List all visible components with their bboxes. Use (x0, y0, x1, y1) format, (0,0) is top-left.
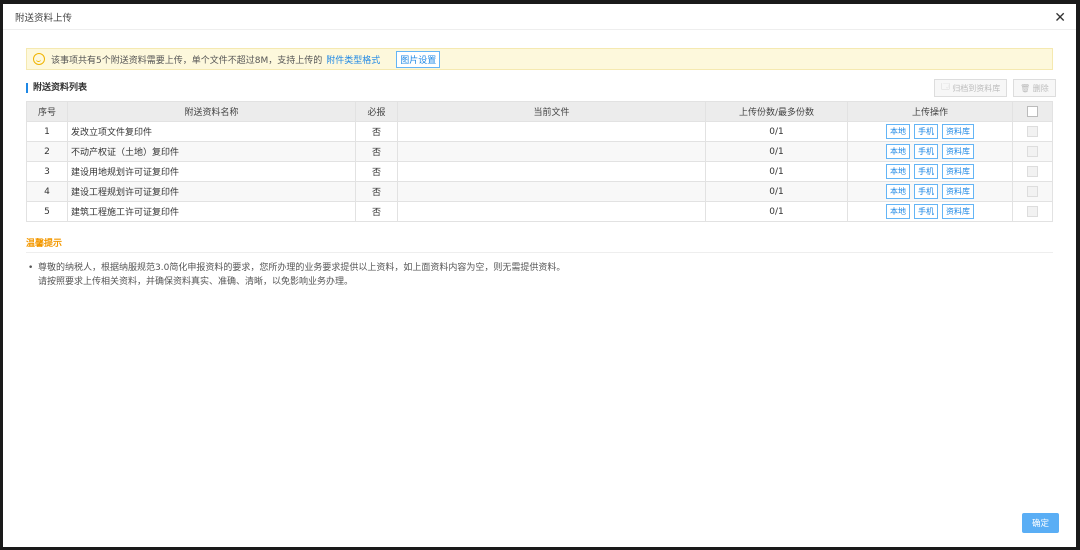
mobile-upload-button[interactable]: 手机 (914, 184, 938, 199)
local-upload-button[interactable]: 本地 (886, 184, 910, 199)
local-upload-button[interactable]: 本地 (886, 164, 910, 179)
row-file (397, 201, 706, 222)
row-count: 0/1 (705, 181, 848, 202)
section-title: 附送资料列表 (26, 83, 87, 93)
row-file (397, 141, 706, 162)
file-type-link[interactable]: 附件类型格式 (326, 53, 380, 66)
table-row: 4 建设工程规划许可证复印件 否 0/1 本地 手机 资料库 (26, 181, 1053, 202)
row-no: 3 (26, 161, 68, 182)
col-required: 必报 (355, 101, 398, 122)
tip-line-2: 请按照要求上传相关资料，并确保资料真实、准确、清晰，以免影响业务办理。 (38, 277, 354, 287)
row-name: 不动产权证（土地）复印件 (67, 141, 356, 162)
row-ops: 本地 手机 资料库 (847, 141, 1013, 162)
library-upload-button[interactable]: 资料库 (942, 204, 974, 219)
library-upload-button[interactable]: 资料库 (942, 124, 974, 139)
notice-text: 该事项共有5个附送资料需要上传，单个文件不超过8M，支持上传的 (51, 55, 323, 66)
notice-bar: 该事项共有5个附送资料需要上传，单个文件不超过8M，支持上传的 附件类型格式 图… (26, 48, 1053, 70)
row-ops: 本地 手机 资料库 (847, 121, 1013, 142)
row-required: 否 (355, 121, 398, 142)
row-name: 建设用地规划许可证复印件 (67, 161, 356, 182)
delete-label: 删除 (1032, 83, 1049, 93)
local-upload-button[interactable]: 本地 (886, 124, 910, 139)
row-name: 发改立项文件复印件 (67, 121, 356, 142)
row-file (397, 161, 706, 182)
library-upload-button[interactable]: 资料库 (942, 144, 974, 159)
row-required: 否 (355, 141, 398, 162)
table-row: 5 建筑工程施工许可证复印件 否 0/1 本地 手机 资料库 (26, 201, 1053, 222)
archive-icon: 🗔 (941, 82, 953, 91)
tips-text: 尊敬的纳税人，根据纳服规范3.0简化申报资料的要求，您所办理的业务要求提供以上资… (28, 261, 565, 289)
confirm-button[interactable]: 确定 (1022, 513, 1059, 533)
table-row: 1 发改立项文件复印件 否 0/1 本地 手机 资料库 (26, 121, 1053, 142)
image-settings-button[interactable]: 图片设置 (396, 50, 441, 68)
upload-dialog: 附送资料上传 ✕ 该事项共有5个附送资料需要上传，单个文件不超过8M，支持上传的… (3, 4, 1076, 547)
row-select (1012, 141, 1053, 162)
row-required: 否 (355, 161, 398, 182)
delete-button[interactable]: 🗑 删除 (1013, 79, 1056, 97)
mobile-upload-button[interactable]: 手机 (914, 124, 938, 139)
row-checkbox[interactable] (1027, 186, 1038, 197)
close-icon[interactable]: ✕ (1054, 10, 1066, 26)
local-upload-button[interactable]: 本地 (886, 144, 910, 159)
row-select (1012, 181, 1053, 202)
smiley-icon (33, 53, 45, 65)
row-count: 0/1 (705, 161, 848, 182)
tips-title: 温馨提示 (26, 239, 63, 249)
mobile-upload-button[interactable]: 手机 (914, 164, 938, 179)
col-file: 当前文件 (397, 101, 706, 122)
library-upload-button[interactable]: 资料库 (942, 164, 974, 179)
row-file (397, 181, 706, 202)
row-no: 2 (26, 141, 68, 162)
mobile-upload-button[interactable]: 手机 (914, 144, 938, 159)
row-ops: 本地 手机 资料库 (847, 181, 1013, 202)
col-count: 上传份数/最多份数 (705, 101, 848, 122)
select-all-checkbox[interactable] (1027, 106, 1038, 117)
row-no: 4 (26, 181, 68, 202)
row-ops: 本地 手机 资料库 (847, 161, 1013, 182)
row-no: 1 (26, 121, 68, 142)
row-select (1012, 201, 1053, 222)
local-upload-button[interactable]: 本地 (886, 204, 910, 219)
divider (26, 252, 1053, 253)
row-ops: 本地 手机 资料库 (847, 201, 1013, 222)
col-no: 序号 (26, 101, 68, 122)
row-no: 5 (26, 201, 68, 222)
row-checkbox[interactable] (1027, 166, 1038, 177)
row-required: 否 (355, 181, 398, 202)
row-required: 否 (355, 201, 398, 222)
mobile-upload-button[interactable]: 手机 (914, 204, 938, 219)
col-select (1012, 101, 1053, 122)
tip-line-1: 尊敬的纳税人，根据纳服规范3.0简化申报资料的要求，您所办理的业务要求提供以上资… (28, 261, 565, 275)
row-select (1012, 121, 1053, 142)
attachments-table: 序号 附送资料名称 必报 当前文件 上传份数/最多份数 上传操作 1 发改立项文… (26, 101, 1053, 222)
row-count: 0/1 (705, 201, 848, 222)
row-count: 0/1 (705, 121, 848, 142)
archive-label: 归档到资料库 (952, 83, 1001, 93)
row-file (397, 121, 706, 142)
library-upload-button[interactable]: 资料库 (942, 184, 974, 199)
col-name: 附送资料名称 (67, 101, 356, 122)
col-ops: 上传操作 (847, 101, 1013, 122)
table-row: 3 建设用地规划许可证复印件 否 0/1 本地 手机 资料库 (26, 161, 1053, 182)
trash-icon: 🗑 (1020, 83, 1033, 93)
row-select (1012, 161, 1053, 182)
row-count: 0/1 (705, 141, 848, 162)
archive-button[interactable]: 🗔 归档到资料库 (934, 79, 1008, 97)
row-checkbox[interactable] (1027, 146, 1038, 157)
row-name: 建筑工程施工许可证复印件 (67, 201, 356, 222)
row-name: 建设工程规划许可证复印件 (67, 181, 356, 202)
dialog-title: 附送资料上传 (3, 4, 1076, 30)
row-checkbox[interactable] (1027, 206, 1038, 217)
row-checkbox[interactable] (1027, 126, 1038, 137)
table-row: 2 不动产权证（土地）复印件 否 0/1 本地 手机 资料库 (26, 141, 1053, 162)
